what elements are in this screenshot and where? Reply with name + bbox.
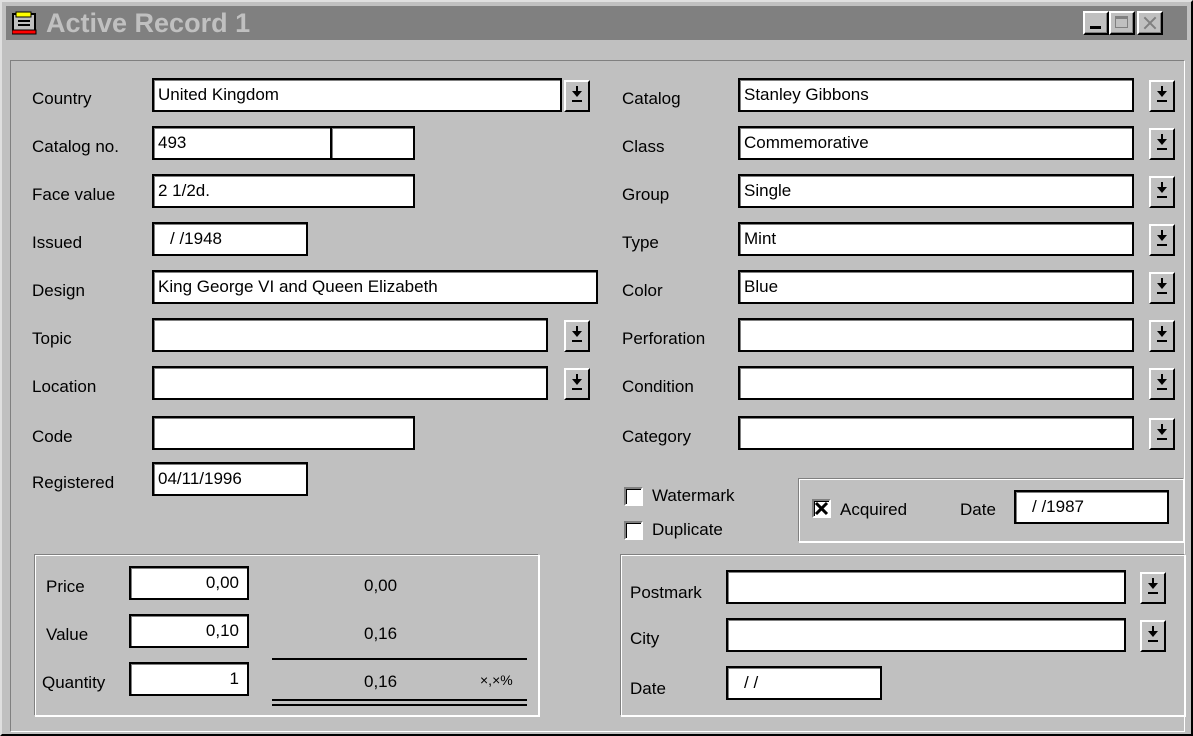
perforation-label: Perforation [622, 329, 706, 348]
minimize-button[interactable] [1083, 11, 1109, 35]
condition-field[interactable] [738, 366, 1134, 400]
color-dropdown-button[interactable] [1149, 272, 1175, 304]
country-field[interactable]: United Kingdom [152, 78, 562, 112]
city-label: City [630, 629, 660, 648]
country-label: Country [32, 89, 92, 108]
perforation-field[interactable] [738, 318, 1134, 352]
category-dropdown-button[interactable] [1149, 418, 1175, 450]
postmark-field[interactable] [726, 570, 1126, 604]
class-dropdown-button[interactable] [1149, 128, 1175, 160]
catalog-no-field[interactable]: 493 [152, 126, 332, 160]
topic-label: Topic [32, 329, 72, 348]
quantity-field[interactable]: 1 [129, 662, 249, 696]
group-field[interactable]: Single [738, 174, 1134, 208]
type-dropdown-button[interactable] [1149, 224, 1175, 256]
record-icon [12, 11, 37, 35]
acquired-label: Acquired [840, 500, 908, 519]
postmark-date-field[interactable]: / / [726, 666, 882, 700]
price-field[interactable]: 0,00 [129, 566, 249, 600]
category-label: Category [622, 427, 691, 446]
topic-dropdown-button[interactable] [564, 320, 590, 352]
type-field[interactable]: Mint [738, 222, 1134, 256]
quantity-computed: 0,16 [364, 672, 398, 691]
registered-field[interactable]: 04/11/1996 [152, 462, 308, 496]
catalog-dropdown-button[interactable] [1149, 80, 1175, 112]
catalog-label: Catalog [622, 89, 681, 108]
location-dropdown-button[interactable] [564, 368, 590, 400]
acquired-checkbox[interactable] [812, 499, 831, 518]
perforation-dropdown-button[interactable] [1149, 320, 1175, 352]
value-label: Value [46, 625, 89, 644]
location-label: Location [32, 377, 97, 396]
registered-label: Registered [32, 473, 115, 492]
category-field[interactable] [738, 416, 1134, 450]
location-field[interactable] [152, 366, 548, 400]
country-dropdown-button[interactable] [564, 80, 590, 112]
window-title: Active Record 1 [46, 8, 251, 38]
condition-label: Condition [622, 377, 694, 396]
value-field[interactable]: 0,10 [129, 614, 249, 648]
city-field[interactable] [726, 618, 1126, 652]
class-field[interactable]: Commemorative [738, 126, 1134, 160]
price-label: Price [46, 577, 85, 596]
design-field[interactable]: King George VI and Queen Elizabeth [152, 270, 598, 304]
watermark-label: Watermark [652, 486, 735, 505]
class-label: Class [622, 137, 665, 156]
close-button[interactable] [1137, 11, 1163, 35]
total-double-line-1 [272, 699, 527, 701]
record-window: Active Record 1 Country United Kingdom C… [0, 0, 1193, 736]
postmark-label: Postmark [630, 583, 702, 602]
city-dropdown-button[interactable] [1140, 620, 1166, 652]
group-dropdown-button[interactable] [1149, 176, 1175, 208]
face-value-field[interactable]: 2 1/2d. [152, 174, 415, 208]
price-computed: 0,00 [364, 576, 398, 595]
watermark-checkbox[interactable] [624, 487, 643, 506]
condition-dropdown-button[interactable] [1149, 368, 1175, 400]
catalog-no-label: Catalog no. [32, 137, 119, 156]
topic-field[interactable] [152, 318, 548, 352]
postmark-date-label: Date [630, 679, 666, 698]
issued-field[interactable]: / /1948 [152, 222, 308, 256]
catalog-field[interactable]: Stanley Gibbons [738, 78, 1134, 112]
acquired-date-label: Date [960, 500, 996, 519]
color-label: Color [622, 281, 663, 300]
percent-toggle[interactable]: ×,×% [480, 672, 513, 688]
total-separator [272, 658, 527, 660]
check-mark-icon [814, 501, 829, 516]
duplicate-label: Duplicate [652, 520, 723, 539]
code-field[interactable] [152, 416, 415, 450]
face-value-label: Face value [32, 185, 116, 204]
value-computed: 0,16 [364, 624, 398, 643]
color-field[interactable]: Blue [738, 270, 1134, 304]
quantity-label: Quantity [42, 673, 106, 692]
issued-label: Issued [32, 233, 83, 252]
acquired-date-field[interactable]: / /1987 [1014, 490, 1169, 524]
postmark-dropdown-button[interactable] [1140, 572, 1166, 604]
type-label: Type [622, 233, 659, 252]
duplicate-checkbox[interactable] [624, 521, 643, 540]
total-double-line-2 [272, 704, 527, 706]
title-bar[interactable]: Active Record 1 [6, 6, 1187, 40]
code-label: Code [32, 427, 73, 446]
money-group [34, 554, 539, 716]
design-label: Design [32, 281, 85, 300]
group-label: Group [622, 185, 670, 204]
catalog-no-suffix-field[interactable] [330, 126, 415, 160]
maximize-button[interactable] [1109, 11, 1135, 35]
